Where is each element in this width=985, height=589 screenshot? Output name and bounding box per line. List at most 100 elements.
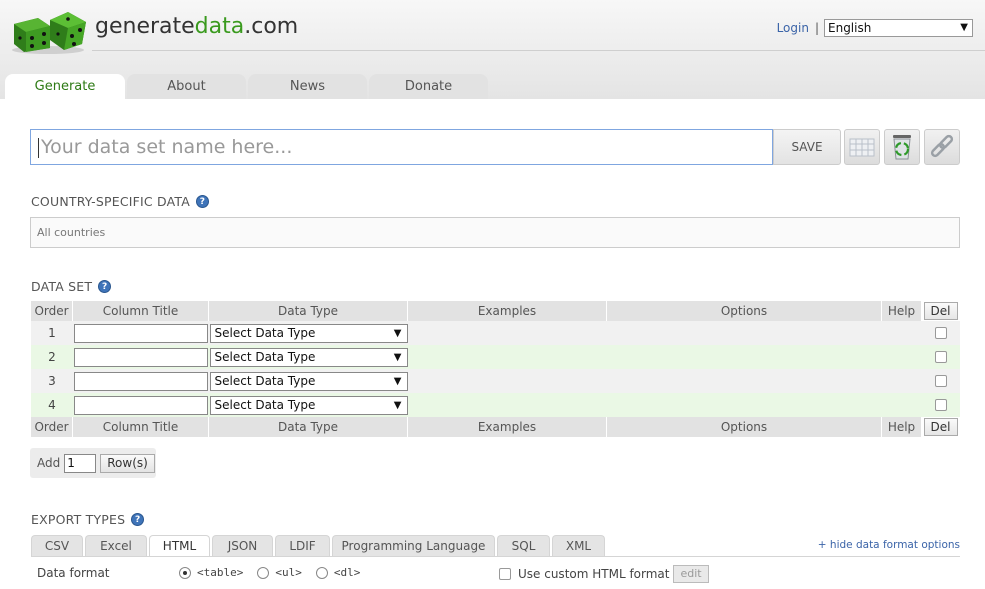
login-separator: | bbox=[814, 21, 819, 35]
tab-generate[interactable]: Generate bbox=[5, 74, 125, 99]
options-cell bbox=[607, 345, 882, 369]
login-area: Login | English ▼ bbox=[777, 19, 973, 37]
format-dl-label: <dl> bbox=[333, 566, 361, 579]
data-type-select[interactable]: Select Data Type ▼ bbox=[209, 395, 408, 415]
chevron-down-icon: ▼ bbox=[393, 375, 402, 387]
col-type-footer: Data Type bbox=[209, 417, 408, 437]
link-icon bbox=[930, 134, 954, 158]
col-options-header: Options bbox=[607, 301, 882, 321]
add-rows-button[interactable]: Row(s) bbox=[100, 453, 155, 473]
column-title-input[interactable] bbox=[74, 347, 208, 367]
chevron-down-icon: ▼ bbox=[393, 399, 402, 411]
col-options-footer: Options bbox=[607, 417, 882, 437]
data-type-select[interactable]: Select Data Type ▼ bbox=[209, 371, 408, 391]
chevron-down-icon: ▼ bbox=[960, 22, 968, 33]
help-cell bbox=[882, 345, 922, 369]
tab-about[interactable]: About bbox=[127, 74, 246, 99]
dataset-header-row: Order Column Title Data Type Examples Op… bbox=[31, 301, 960, 321]
column-title-input[interactable] bbox=[74, 323, 208, 343]
options-cell bbox=[607, 321, 882, 345]
col-title-header: Column Title bbox=[73, 301, 209, 321]
add-rows-panel: Add 1 Row(s) bbox=[30, 448, 156, 478]
export-section-heading: EXPORT TYPES? bbox=[31, 512, 145, 527]
tab-sql[interactable]: SQL bbox=[497, 535, 550, 556]
hide-format-options-link[interactable]: + hide data format options bbox=[818, 539, 960, 551]
data-type-select[interactable]: Select Data Type ▼ bbox=[209, 347, 408, 367]
help-icon[interactable]: ? bbox=[196, 195, 210, 208]
format-table-radio[interactable] bbox=[179, 566, 191, 579]
main-tabs: Generate About News Donate bbox=[5, 74, 490, 99]
row-delete-checkbox[interactable] bbox=[935, 351, 947, 363]
site-logo[interactable]: generatedata.com bbox=[95, 14, 298, 39]
tab-json[interactable]: JSON bbox=[212, 535, 273, 556]
chevron-down-icon: ▼ bbox=[393, 327, 402, 339]
table-row: 3 Select Data Type ▼ bbox=[31, 369, 960, 393]
add-label: Add bbox=[37, 456, 61, 470]
tab-programming-language[interactable]: Programming Language bbox=[332, 535, 495, 556]
format-ul-radio[interactable] bbox=[257, 566, 270, 579]
help-cell bbox=[882, 321, 922, 345]
col-order-header: Order bbox=[31, 301, 73, 321]
data-type-select[interactable]: Select Data Type ▼ bbox=[209, 323, 408, 343]
col-title-footer: Column Title bbox=[73, 417, 209, 437]
recycle-bin-icon bbox=[893, 135, 911, 160]
clear-button[interactable] bbox=[884, 129, 920, 165]
options-cell bbox=[607, 393, 882, 417]
format-table-label: <table> bbox=[197, 566, 244, 579]
col-order-footer: Order bbox=[31, 417, 73, 437]
custom-format-label: Use custom HTML format bbox=[518, 567, 670, 581]
table-row: 4 Select Data Type ▼ bbox=[31, 393, 960, 417]
row-delete-checkbox[interactable] bbox=[935, 375, 947, 387]
dataset-footer-row: Order Column Title Data Type Examples Op… bbox=[31, 417, 960, 437]
tab-html[interactable]: HTML bbox=[149, 535, 210, 556]
delete-button[interactable]: Del bbox=[923, 302, 958, 320]
row-delete-checkbox[interactable] bbox=[935, 399, 947, 411]
save-button[interactable]: SAVE bbox=[773, 129, 841, 165]
edit-button[interactable]: edit bbox=[673, 565, 709, 583]
tab-ldif[interactable]: LDIF bbox=[275, 535, 330, 556]
row-order[interactable]: 2 bbox=[31, 345, 73, 369]
col-type-header: Data Type bbox=[209, 301, 408, 321]
header-divider bbox=[92, 50, 985, 51]
dataset-section-heading: DATA SET? bbox=[31, 279, 112, 294]
row-order[interactable]: 1 bbox=[31, 321, 73, 345]
options-cell bbox=[607, 369, 882, 393]
language-select[interactable]: English ▼ bbox=[824, 19, 973, 37]
table-view-button[interactable] bbox=[844, 129, 880, 165]
column-title-input[interactable] bbox=[74, 395, 208, 415]
custom-format-area: Use custom HTML format edit bbox=[499, 565, 709, 583]
help-icon[interactable]: ? bbox=[98, 280, 112, 293]
examples-cell bbox=[408, 369, 607, 393]
tab-news[interactable]: News bbox=[248, 74, 367, 99]
col-examples-header: Examples bbox=[408, 301, 607, 321]
format-dl-radio[interactable] bbox=[315, 566, 328, 579]
row-order[interactable]: 3 bbox=[31, 369, 73, 393]
chevron-down-icon: ▼ bbox=[393, 351, 402, 363]
custom-format-checkbox[interactable] bbox=[499, 568, 511, 580]
help-icon[interactable]: ? bbox=[131, 513, 145, 526]
column-title-input[interactable] bbox=[74, 371, 208, 391]
table-row: 2 Select Data Type ▼ bbox=[31, 345, 960, 369]
tab-xml[interactable]: XML bbox=[552, 535, 605, 556]
link-button[interactable] bbox=[924, 129, 960, 165]
help-cell bbox=[882, 369, 922, 393]
export-tabs: CSV Excel HTML JSON LDIF Programming Lan… bbox=[31, 535, 607, 556]
dataset-name-input[interactable]: Your data set name here... bbox=[30, 129, 773, 165]
help-cell bbox=[882, 393, 922, 417]
country-select[interactable]: All countries bbox=[30, 217, 960, 248]
add-row-count-input[interactable]: 1 bbox=[64, 453, 97, 473]
data-format-radios: <table> <ul> <dl> bbox=[179, 566, 374, 579]
country-section-heading: COUNTRY-SPECIFIC DATA? bbox=[31, 194, 210, 209]
data-format-label: Data format bbox=[37, 566, 110, 580]
delete-button[interactable]: Del bbox=[923, 418, 958, 436]
col-help-header: Help bbox=[882, 301, 922, 321]
col-examples-footer: Examples bbox=[408, 417, 607, 437]
table-row: 1 Select Data Type ▼ bbox=[31, 321, 960, 345]
tab-excel[interactable]: Excel bbox=[85, 535, 147, 556]
row-order[interactable]: 4 bbox=[31, 393, 73, 417]
tab-donate[interactable]: Donate bbox=[369, 74, 488, 99]
tab-csv[interactable]: CSV bbox=[31, 535, 83, 556]
row-delete-checkbox[interactable] bbox=[935, 327, 947, 339]
login-link[interactable]: Login bbox=[777, 21, 809, 35]
col-help-footer: Help bbox=[882, 417, 922, 437]
